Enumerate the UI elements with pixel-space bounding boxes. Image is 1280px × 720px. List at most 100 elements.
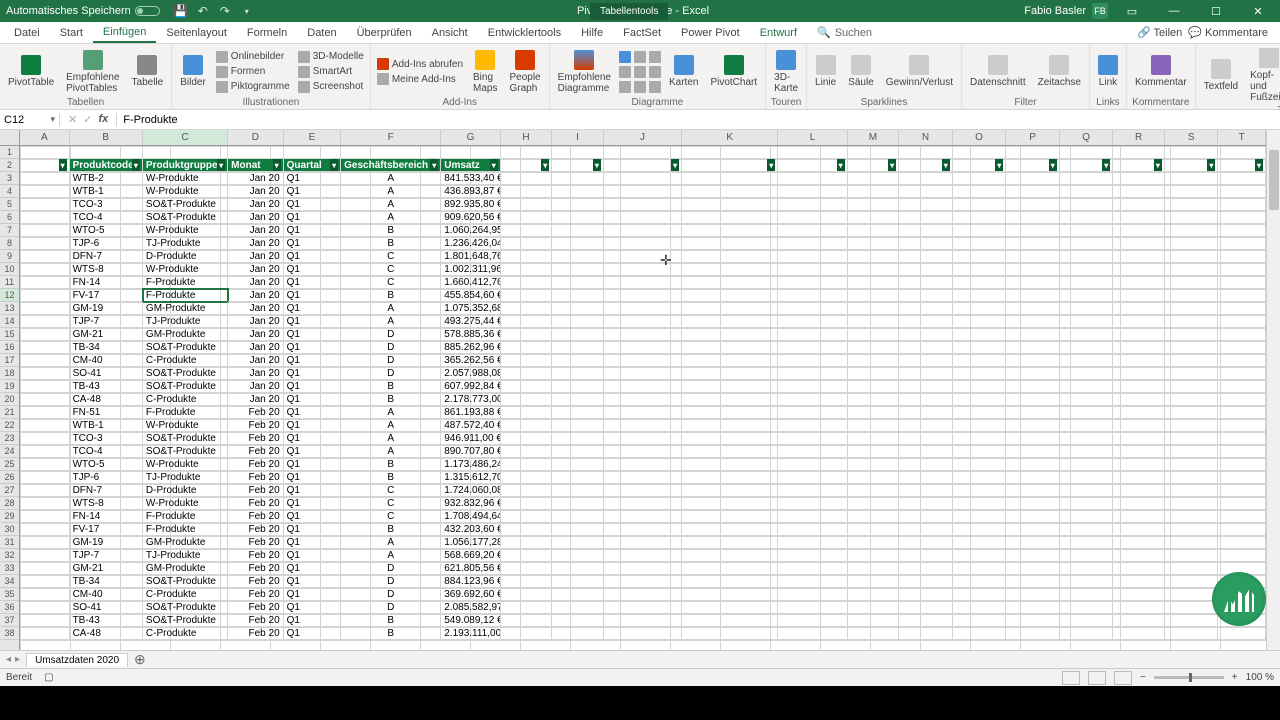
cell[interactable] (1218, 393, 1266, 406)
cell[interactable] (20, 627, 70, 640)
table-cell[interactable]: Q1 (284, 458, 342, 471)
table-cell[interactable]: Q1 (284, 627, 342, 640)
cell[interactable] (1113, 393, 1165, 406)
table-cell[interactable]: Jan 20 (228, 367, 284, 380)
cell[interactable] (604, 172, 682, 185)
cell[interactable] (778, 601, 847, 614)
row-header[interactable]: 18 (0, 367, 19, 380)
cell[interactable] (552, 380, 604, 393)
ribbon-tab-factset[interactable]: FactSet (613, 24, 671, 42)
cell[interactable] (501, 562, 553, 575)
cell[interactable] (20, 497, 70, 510)
ribbon-tab-formeln[interactable]: Formeln (237, 24, 297, 42)
table-cell[interactable]: W-Produkte (143, 458, 228, 471)
cell[interactable] (899, 432, 953, 445)
cell[interactable] (682, 562, 778, 575)
cell[interactable] (1113, 419, 1165, 432)
cell[interactable] (1218, 211, 1266, 224)
cell[interactable] (682, 250, 778, 263)
cell[interactable] (1060, 406, 1114, 419)
cell[interactable] (1218, 432, 1266, 445)
table-cell[interactable]: C (341, 250, 441, 263)
cell[interactable] (682, 614, 778, 627)
cell[interactable] (1165, 445, 1219, 458)
cell[interactable] (1113, 588, 1165, 601)
stock-chart-icon[interactable] (634, 81, 646, 93)
cell[interactable] (1060, 276, 1114, 289)
cell[interactable] (682, 237, 778, 250)
cell[interactable] (20, 172, 70, 185)
table-cell[interactable]: TCO-3 (70, 432, 143, 445)
cell[interactable] (778, 237, 847, 250)
cell[interactable] (899, 341, 953, 354)
table-cell[interactable]: TB-34 (70, 341, 143, 354)
row-header[interactable]: 17 (0, 354, 19, 367)
cell[interactable] (778, 497, 847, 510)
table-cell[interactable]: TJ-Produkte (143, 471, 228, 484)
cell[interactable] (20, 575, 70, 588)
cell[interactable] (899, 393, 953, 406)
table-header[interactable]: Produktcode (70, 159, 143, 172)
scatter-chart-icon[interactable] (649, 66, 661, 78)
cell[interactable] (1060, 432, 1114, 445)
row-headers[interactable]: 1234567891011121314151617181920212223242… (0, 146, 20, 650)
cell[interactable] (1218, 146, 1266, 159)
cell[interactable] (604, 302, 682, 315)
cell[interactable] (604, 614, 682, 627)
cell[interactable] (604, 237, 682, 250)
table-cell[interactable]: 884.123,96 € (441, 575, 500, 588)
table-cell[interactable]: Jan 20 (228, 172, 284, 185)
row-header[interactable]: 3 (0, 172, 19, 185)
table-cell[interactable]: Q1 (284, 588, 342, 601)
table-cell[interactable]: Feb 20 (228, 471, 284, 484)
table-cell[interactable]: 2.085.582,97 € (441, 601, 500, 614)
cell[interactable] (953, 302, 1007, 315)
cell[interactable] (899, 146, 953, 159)
cell[interactable] (20, 562, 70, 575)
cell[interactable] (899, 549, 953, 562)
cell[interactable] (20, 458, 70, 471)
table-cell[interactable]: Q1 (284, 354, 342, 367)
table-cell[interactable]: Q1 (284, 276, 342, 289)
cell[interactable] (1165, 393, 1219, 406)
shapes-button[interactable]: Formen (214, 65, 292, 79)
table-cell[interactable]: W-Produkte (143, 172, 228, 185)
cell[interactable] (1165, 198, 1219, 211)
area-chart-icon[interactable] (634, 66, 646, 78)
cell[interactable] (899, 211, 953, 224)
cell[interactable] (1006, 276, 1060, 289)
cell[interactable] (682, 419, 778, 432)
share-button[interactable]: 🔗 Teilen (1137, 26, 1182, 39)
cell[interactable] (604, 185, 682, 198)
row-header[interactable]: 32 (0, 549, 19, 562)
table-cell[interactable]: B (341, 393, 441, 406)
cell[interactable] (682, 406, 778, 419)
cell[interactable] (778, 549, 847, 562)
cell[interactable] (552, 328, 604, 341)
cell[interactable] (552, 601, 604, 614)
cell[interactable] (682, 146, 778, 159)
table-cell[interactable]: Feb 20 (228, 588, 284, 601)
cell[interactable] (1006, 185, 1060, 198)
table-cell[interactable]: Q1 (284, 497, 342, 510)
table-cell[interactable]: GM-Produkte (143, 562, 228, 575)
cell[interactable] (682, 458, 778, 471)
people-graph-button[interactable]: People Graph (505, 48, 544, 96)
table-cell[interactable]: 2.057.988,08 € (441, 367, 500, 380)
cell[interactable] (1113, 172, 1165, 185)
table-cell[interactable]: F-Produkte (143, 289, 228, 302)
table-cell[interactable]: Feb 20 (228, 601, 284, 614)
cell[interactable] (552, 276, 604, 289)
table-cell[interactable]: Jan 20 (228, 263, 284, 276)
cell[interactable] (953, 393, 1007, 406)
column-header[interactable]: M (848, 130, 900, 145)
cell[interactable] (848, 341, 900, 354)
table-cell[interactable]: Q1 (284, 614, 342, 627)
cell[interactable] (682, 211, 778, 224)
bar-chart-icon[interactable] (619, 66, 631, 78)
cell[interactable] (1218, 289, 1266, 302)
cell[interactable] (1113, 510, 1165, 523)
table-cell[interactable]: 455.854,60 € (441, 289, 500, 302)
column-header[interactable]: G (441, 130, 500, 145)
smartart-button[interactable]: SmartArt (296, 65, 366, 79)
